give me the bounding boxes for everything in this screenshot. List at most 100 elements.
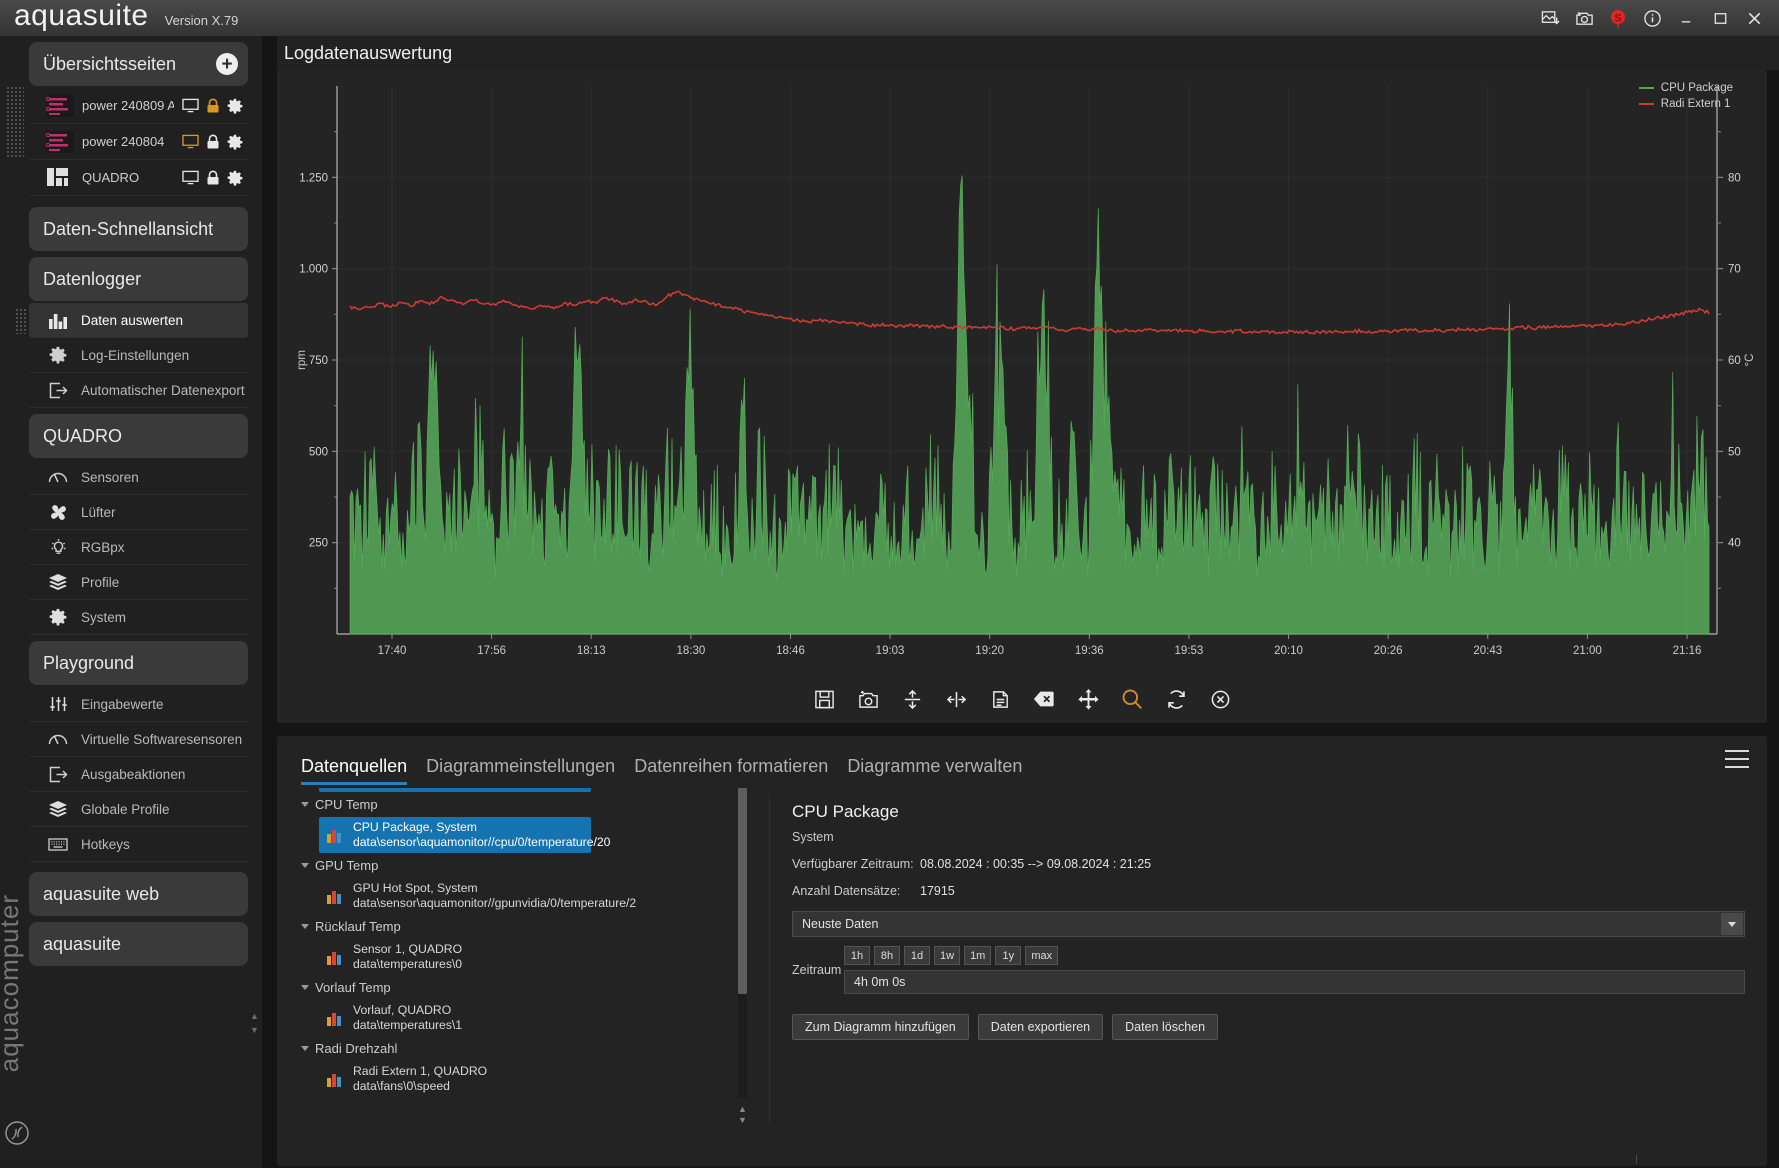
timerange-block: Zeitraum 1h 8h 1d 1w 1m 1y max 4h 0m 0s	[792, 946, 1745, 994]
tree-scrollbar-thumb[interactable]	[738, 788, 747, 994]
tree-group-cpu-temp[interactable]: CPU Temp	[293, 792, 763, 817]
preset-1m[interactable]: 1m	[964, 946, 992, 965]
timerange-input[interactable]: 4h 0m 0s	[844, 970, 1745, 994]
tree-leaf-vorlauf[interactable]: Vorlauf, QUADRO data\temperatures\1	[319, 1000, 591, 1036]
tab-datenreihen-formatieren[interactable]: Datenreihen formatieren	[634, 756, 828, 780]
expander-icon[interactable]	[301, 1046, 309, 1051]
export-data-button[interactable]: Daten exportieren	[977, 1014, 1104, 1040]
delete-data-button[interactable]: Daten löschen	[1112, 1014, 1219, 1040]
legend-entry[interactable]: Radi Extern 1	[1638, 96, 1733, 112]
sidebar-button-aquasuite[interactable]: aquasuite	[29, 922, 248, 966]
tree-leaf-radi-extern-1[interactable]: Radi Extern 1, QUADRO data\fans\0\speed	[319, 1061, 591, 1097]
sidebar-button-aquasuite-web[interactable]: aquasuite web	[29, 872, 248, 916]
info-icon[interactable]	[1635, 0, 1669, 36]
overview-page-row[interactable]: power 240804	[29, 124, 248, 160]
monitor-icon[interactable]	[182, 98, 199, 113]
sidebar-item-log-einstellungen[interactable]: Log-Einstellungen	[29, 338, 248, 373]
report-icon[interactable]	[987, 686, 1013, 712]
tree-leaf-sensor-1[interactable]: Sensor 1, QUADRO data\temperatures\0	[319, 939, 591, 975]
tab-diagramme-verwalten[interactable]: Diagramme verwalten	[847, 756, 1022, 780]
legend-entry[interactable]: CPU Package	[1638, 80, 1733, 96]
sidebar-item-ausgabeaktionen[interactable]: Ausgabeaktionen	[29, 757, 248, 792]
lock-icon[interactable]	[206, 170, 220, 186]
add-overview-page-icon[interactable]: +	[216, 53, 238, 75]
sidebar-item-eingabewerte[interactable]: Eingabewerte	[29, 687, 248, 722]
sidebar-scroll-up[interactable]: ▲	[249, 1010, 260, 1022]
chart-plot-area[interactable]: 17:40 17:56 18:13 18:30 18:46 19:03 19:20 19:36…	[277, 76, 1767, 676]
camera-icon[interactable]	[855, 686, 881, 712]
sidebar-item-hotkeys[interactable]: Hotkeys	[29, 827, 248, 862]
save-icon[interactable]	[811, 686, 837, 712]
expander-icon[interactable]	[301, 863, 309, 868]
nav-drag-handle[interactable]	[15, 308, 26, 334]
fit-vertical-icon[interactable]	[899, 686, 925, 712]
sidebar-item-globale-profile[interactable]: Globale Profile	[29, 792, 248, 827]
sidebar-group-quickview[interactable]: Daten-Schnellansicht	[29, 207, 248, 251]
pan-icon[interactable]	[1075, 686, 1101, 712]
sidebar-item-sensoren[interactable]: Sensoren	[29, 460, 248, 495]
preset-1y[interactable]: 1y	[995, 946, 1022, 965]
sidebar-item-rgbpx[interactable]: RGBpx	[29, 530, 248, 565]
tree-scroll-up[interactable]: ▲	[736, 1104, 749, 1115]
erase-icon[interactable]	[1031, 686, 1057, 712]
overview-page-row[interactable]: power 240809 Alarm	[29, 88, 248, 124]
sidebar-scroll-down[interactable]: ▼	[249, 1024, 260, 1036]
svg-text:21:00: 21:00	[1573, 645, 1602, 657]
minimize-icon[interactable]	[1669, 0, 1703, 36]
tree-leaf-gpu-hotspot[interactable]: GPU Hot Spot, System data\sensor\aquamon…	[319, 878, 636, 914]
tree-group-vorlauf-temp[interactable]: Vorlauf Temp	[293, 975, 763, 1000]
tree-scroll-down[interactable]: ▼	[736, 1115, 749, 1126]
sidebar-item-datenexport[interactable]: Automatischer Datenexport	[29, 373, 248, 408]
tab-diagrammeinstellungen[interactable]: Diagrammeinstellungen	[426, 756, 615, 780]
zoom-icon[interactable]	[1119, 686, 1145, 712]
tree-group-ruecklauf-temp[interactable]: Rücklauf Temp	[293, 914, 763, 939]
sidebar-group-playground[interactable]: Playground	[29, 641, 248, 685]
camera-icon[interactable]	[1567, 0, 1601, 36]
tree-leaf-cpu-package[interactable]: CPU Package, System data\sensor\aquamoni…	[319, 817, 610, 853]
panel-menu-icon[interactable]	[1725, 750, 1749, 768]
sidebar-item-luefter[interactable]: Lüfter	[29, 495, 248, 530]
alarm-icon[interactable]: S	[1601, 0, 1635, 36]
tree-group-radi-drehzahl[interactable]: Radi Drehzahl	[293, 1036, 763, 1061]
fit-horizontal-icon[interactable]	[943, 686, 969, 712]
settings-gear-icon[interactable]	[227, 134, 243, 150]
sidebar-item-daten-auswerten[interactable]: Daten auswerten	[29, 303, 248, 338]
expander-icon[interactable]	[301, 802, 309, 807]
overview-page-row[interactable]: QUADRO	[29, 160, 248, 196]
monitor-icon[interactable]	[182, 134, 199, 149]
cancel-icon[interactable]	[1207, 686, 1233, 712]
close-icon[interactable]	[1737, 0, 1771, 36]
sidebar-group-overview[interactable]: Übersichtsseiten +	[29, 42, 248, 86]
lock-icon[interactable]	[206, 134, 220, 150]
sidebar-group-datalogger[interactable]: Datenlogger	[29, 257, 248, 301]
preset-1w[interactable]: 1w	[934, 946, 961, 965]
dataset-select[interactable]: Neuste Daten	[792, 911, 1745, 937]
preset-max[interactable]: max	[1025, 946, 1059, 965]
expander-icon[interactable]	[301, 924, 309, 929]
preset-8h[interactable]: 8h	[874, 946, 900, 965]
chevron-down-icon[interactable]	[1721, 913, 1743, 935]
preset-1h[interactable]: 1h	[844, 946, 870, 965]
add-to-chart-button[interactable]: Zum Diagramm hinzufügen	[792, 1014, 969, 1040]
maximize-icon[interactable]	[1703, 0, 1737, 36]
sidebar-item-virtuelle-sensoren[interactable]: Virtuelle Softwaresensoren	[29, 722, 248, 757]
vendor-brand-vertical: aquacomputer	[0, 893, 24, 1072]
sidebar-drag-handle[interactable]	[6, 86, 24, 158]
preset-1d[interactable]: 1d	[904, 946, 930, 965]
tree-group-label: GPU Temp	[315, 858, 379, 873]
monitor-icon[interactable]	[182, 170, 199, 185]
expander-icon[interactable]	[301, 985, 309, 990]
settings-gear-icon[interactable]	[227, 170, 243, 186]
overview-page-label: power 240804	[82, 134, 165, 149]
tab-datenquellen[interactable]: Datenquellen	[301, 756, 408, 785]
image-export-icon[interactable]	[1533, 0, 1567, 36]
sidebar-item-profile[interactable]: Profile	[29, 565, 248, 600]
tree-group-gpu-temp[interactable]: GPU Temp	[293, 853, 763, 878]
tree-scroll-arrows[interactable]: ▲ ▼	[736, 1104, 749, 1126]
sidebar-item-system[interactable]: System	[29, 600, 248, 635]
sidebar-group-quadro[interactable]: QUADRO	[29, 414, 248, 458]
lock-icon[interactable]	[206, 98, 220, 114]
reset-icon[interactable]	[1163, 686, 1189, 712]
tree-scrollbar[interactable]	[738, 788, 747, 1098]
settings-gear-icon[interactable]	[227, 98, 243, 114]
